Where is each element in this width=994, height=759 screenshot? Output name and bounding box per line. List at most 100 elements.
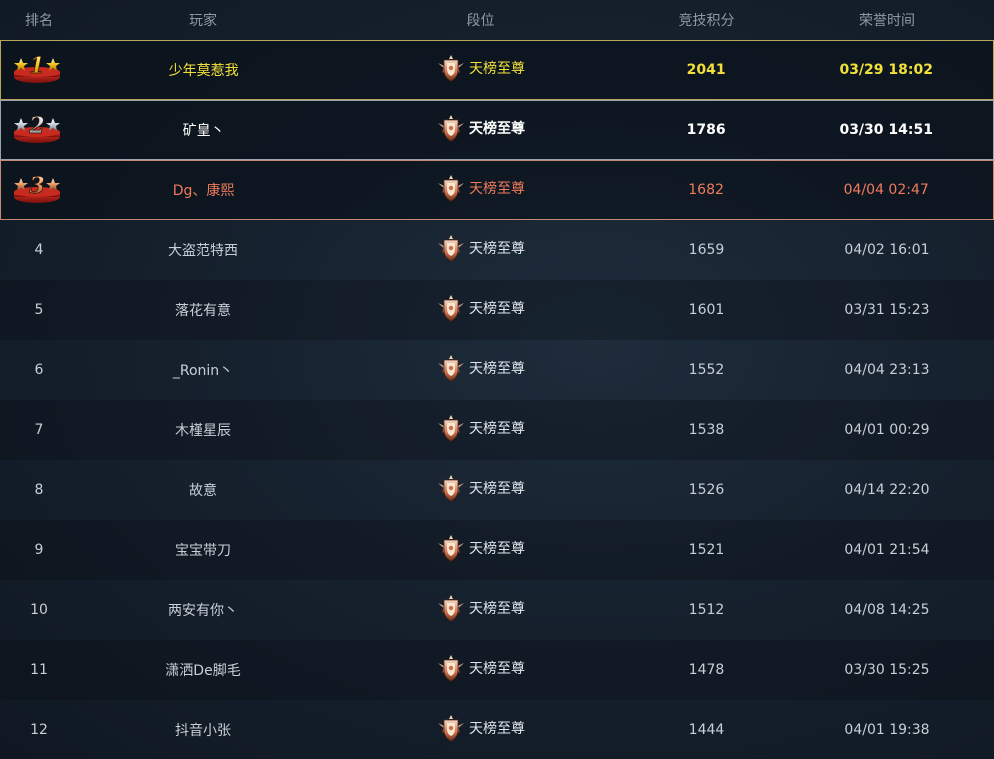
player-name: 潇洒De脚毛 (165, 663, 241, 679)
tier-emblem-icon (438, 355, 464, 382)
tier-cell: 天榜至尊 (328, 593, 633, 627)
tier-cell: 天榜至尊 (328, 533, 633, 567)
honor-time-cell: 03/30 14:51 (839, 122, 933, 138)
header-tier: 段位 (466, 13, 495, 29)
tier-emblem-icon (438, 415, 464, 442)
rank-cell: 6 (34, 362, 44, 378)
honor-time-cell: 03/31 15:23 (844, 302, 930, 318)
table-row[interactable]: 4 大盗范特西 天榜至尊 1659 04/02 16:01 (0, 220, 994, 280)
tier-cell: 天榜至尊 (328, 53, 632, 87)
player-name: 少年莫惹我 (168, 63, 239, 79)
tier-emblem-icon (438, 655, 464, 682)
tier-emblem-icon (438, 235, 464, 262)
tier-badge: 天榜至尊 (436, 53, 525, 83)
table-row[interactable]: 12 抖音小张 天榜至尊 1444 04/01 19:38 (0, 700, 994, 759)
leaderboard: 排名 玩家 段位 竞技积分 荣誉时间 1 少年莫惹我 天榜至尊 2041 03/29 1… (0, 0, 994, 759)
table-header: 排名 玩家 段位 竞技积分 荣誉时间 (0, 0, 994, 40)
rank-cell: 1 (1, 50, 79, 90)
player-name: 木槿星辰 (175, 423, 231, 439)
tier-emblem-icon (438, 295, 464, 322)
table-row[interactable]: 2 矿皇丶 天榜至尊 1786 03/30 14:51 (0, 100, 994, 160)
rank-cell: 8 (34, 482, 44, 498)
tier-label: 天榜至尊 (469, 481, 525, 497)
honor-time-cell: 03/30 15:25 (844, 662, 930, 678)
tier-label: 天榜至尊 (469, 541, 525, 557)
tier-badge: 天榜至尊 (436, 293, 525, 323)
rank-cell: 7 (34, 422, 44, 438)
tier-cell: 天榜至尊 (328, 233, 633, 267)
svg-text:3: 3 (29, 173, 44, 199)
player-name: _Ronin丶 (172, 363, 234, 379)
rank-cell: 11 (30, 662, 48, 678)
player-name: 落花有意 (175, 303, 231, 319)
tier-label: 天榜至尊 (469, 241, 525, 257)
tier-cell: 天榜至尊 (328, 653, 633, 687)
svg-text:1: 1 (29, 53, 44, 79)
table-row[interactable]: 11 潇洒De脚毛 天榜至尊 1478 03/30 15:25 (0, 640, 994, 700)
tier-emblem-icon (438, 475, 464, 502)
rank-cell: 4 (34, 242, 44, 258)
rank-medal-icon: 1 (13, 53, 60, 83)
honor-time-cell: 04/14 22:20 (844, 482, 930, 498)
honor-time-cell: 03/29 18:02 (839, 62, 933, 78)
tier-cell: 天榜至尊 (328, 713, 633, 747)
tier-badge: 天榜至尊 (436, 533, 525, 563)
honor-time-cell: 04/08 14:25 (844, 602, 930, 618)
tier-badge: 天榜至尊 (436, 713, 525, 743)
player-name: 抖音小张 (175, 723, 231, 739)
score-cell: 1526 (688, 482, 725, 498)
tier-badge: 天榜至尊 (436, 413, 525, 443)
rank-medal-icon: 3 (13, 173, 60, 203)
player-name: 宝宝带刀 (175, 543, 231, 559)
honor-time-cell: 04/01 21:54 (844, 542, 930, 558)
svg-text:2: 2 (28, 113, 44, 139)
tier-emblem-icon (438, 715, 464, 742)
score-cell: 1478 (688, 662, 725, 678)
table-row[interactable]: 1 少年莫惹我 天榜至尊 2041 03/29 18:02 (0, 40, 994, 100)
honor-time-cell: 04/02 16:01 (844, 242, 930, 258)
tier-emblem-icon (438, 535, 464, 562)
tier-cell: 天榜至尊 (328, 173, 632, 207)
honor-time-cell: 04/01 19:38 (844, 722, 930, 738)
tier-cell: 天榜至尊 (328, 473, 633, 507)
rank-cell: 10 (30, 602, 48, 618)
score-cell: 1521 (688, 542, 725, 558)
player-name: 大盗范特西 (168, 243, 238, 259)
tier-badge: 天榜至尊 (436, 473, 525, 503)
rank-cell: 5 (34, 302, 44, 318)
score-cell: 1659 (688, 242, 725, 258)
player-name: Dg、康熙 (172, 183, 235, 199)
score-cell: 1512 (688, 602, 725, 618)
tier-emblem-icon (438, 175, 465, 202)
tier-badge: 天榜至尊 (436, 113, 525, 143)
table-row[interactable]: 7 木槿星辰 天榜至尊 1538 04/01 00:29 (0, 400, 994, 460)
rank-cell: 12 (30, 722, 48, 738)
table-body: 1 少年莫惹我 天榜至尊 2041 03/29 18:02 2 矿皇丶 天榜至尊 1786 03/… (0, 40, 994, 759)
table-row[interactable]: 3 Dg、康熙 天榜至尊 1682 04/04 02:47 (0, 160, 994, 220)
player-name: 故意 (189, 483, 217, 499)
rank-cell: 9 (34, 542, 44, 558)
tier-badge: 天榜至尊 (436, 653, 525, 683)
score-cell: 1538 (688, 422, 725, 438)
score-cell: 2041 (686, 62, 726, 78)
tier-badge: 天榜至尊 (436, 593, 525, 623)
table-row[interactable]: 9 宝宝带刀 天榜至尊 1521 04/01 21:54 (0, 520, 994, 580)
tier-label: 天榜至尊 (469, 601, 525, 617)
table-row[interactable]: 6 _Ronin丶 天榜至尊 1552 04/04 23:13 (0, 340, 994, 400)
score-cell: 1444 (688, 722, 725, 738)
tier-emblem-icon (438, 55, 465, 82)
honor-time-cell: 04/04 02:47 (843, 182, 929, 198)
tier-label: 天榜至尊 (469, 121, 526, 137)
tier-cell: 天榜至尊 (328, 353, 633, 387)
tier-badge: 天榜至尊 (436, 233, 525, 263)
tier-label: 天榜至尊 (469, 301, 525, 317)
header-rank: 排名 (25, 13, 53, 29)
tier-label: 天榜至尊 (469, 181, 526, 197)
table-row[interactable]: 8 故意 天榜至尊 1526 04/14 22:20 (0, 460, 994, 520)
rank-cell: 2 (1, 110, 79, 150)
tier-cell: 天榜至尊 (328, 113, 632, 147)
tier-cell: 天榜至尊 (328, 413, 633, 447)
table-row[interactable]: 10 两安有你丶 天榜至尊 1512 04/08 14:25 (0, 580, 994, 640)
table-row[interactable]: 5 落花有意 天榜至尊 1601 03/31 15:23 (0, 280, 994, 340)
player-name: 矿皇丶 (182, 123, 225, 139)
